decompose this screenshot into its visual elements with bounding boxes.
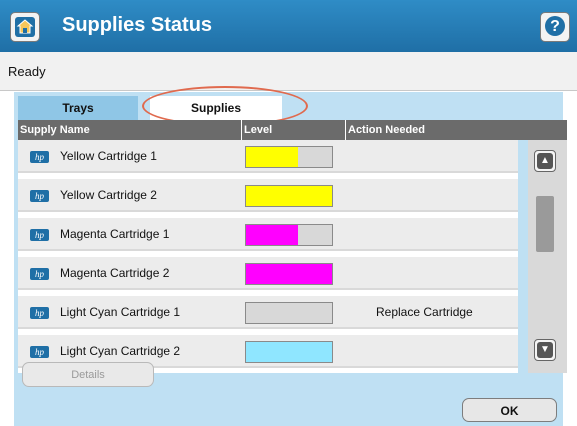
- hp-logo-icon: hp: [30, 307, 49, 319]
- status-text: Ready: [8, 64, 46, 79]
- supply-name: Light Cyan Cartridge 2: [60, 344, 181, 358]
- level-bar: [245, 146, 333, 168]
- level-fill: [246, 225, 298, 245]
- supply-name: Yellow Cartridge 2: [60, 188, 157, 202]
- level-fill: [246, 342, 332, 362]
- level-bar: [245, 224, 333, 246]
- level-bar: [245, 185, 333, 207]
- home-icon: [15, 17, 35, 37]
- table-body: hp Yellow Cartridge 1 hp Yellow Cartridg…: [18, 140, 518, 373]
- chevron-up-icon: ▲: [537, 153, 553, 169]
- table-row[interactable]: hp Yellow Cartridge 1: [18, 140, 518, 173]
- supply-name: Yellow Cartridge 1: [60, 149, 157, 163]
- hp-logo-icon: hp: [30, 346, 49, 358]
- table-row[interactable]: hp Light Cyan Cartridge 1 Replace Cartri…: [18, 296, 518, 329]
- page-title: Supplies Status: [62, 14, 213, 36]
- supply-name: Light Cyan Cartridge 1: [60, 305, 181, 319]
- status-bar: Ready: [0, 52, 577, 91]
- chevron-down-icon: ▼: [537, 342, 553, 358]
- level-bar: [245, 341, 333, 363]
- table-row[interactable]: hp Magenta Cartridge 1: [18, 218, 518, 251]
- ok-button[interactable]: OK: [462, 398, 557, 422]
- hp-logo-icon: hp: [30, 268, 49, 280]
- scroll-up-button[interactable]: ▲: [534, 150, 556, 172]
- level-fill: [246, 147, 298, 167]
- details-button[interactable]: Details: [22, 362, 154, 387]
- main-panel: Trays Supplies Supply Name Level Action …: [14, 86, 567, 426]
- hp-logo-icon: hp: [30, 229, 49, 241]
- column-header-supply-name: Supply Name: [20, 124, 90, 136]
- supply-name: Magenta Cartridge 2: [60, 266, 170, 280]
- supply-name: Magenta Cartridge 1: [60, 227, 170, 241]
- scrollbar[interactable]: ▲ ▼: [528, 140, 567, 373]
- table-row[interactable]: hp Yellow Cartridge 2: [18, 179, 518, 212]
- level-fill: [246, 264, 332, 284]
- column-header-action-needed: Action Needed: [348, 124, 426, 136]
- help-icon: ?: [545, 16, 565, 36]
- table-header: Supply Name Level Action Needed: [18, 120, 567, 140]
- header-bar: Supplies Status ?: [0, 0, 577, 52]
- level-bar: [245, 263, 333, 285]
- level-fill: [246, 186, 332, 206]
- level-bar: [245, 302, 333, 324]
- tab-trays[interactable]: Trays: [18, 96, 138, 120]
- scroll-thumb[interactable]: [536, 196, 554, 252]
- scroll-down-button[interactable]: ▼: [534, 339, 556, 361]
- column-header-level: Level: [244, 124, 273, 136]
- home-button[interactable]: [10, 12, 40, 42]
- hp-logo-icon: hp: [30, 190, 49, 202]
- tab-supplies[interactable]: Supplies: [150, 96, 282, 120]
- action-needed: Replace Cartridge: [376, 305, 473, 319]
- hp-logo-icon: hp: [30, 151, 49, 163]
- help-button[interactable]: ?: [540, 12, 570, 42]
- table-row[interactable]: hp Magenta Cartridge 2: [18, 257, 518, 290]
